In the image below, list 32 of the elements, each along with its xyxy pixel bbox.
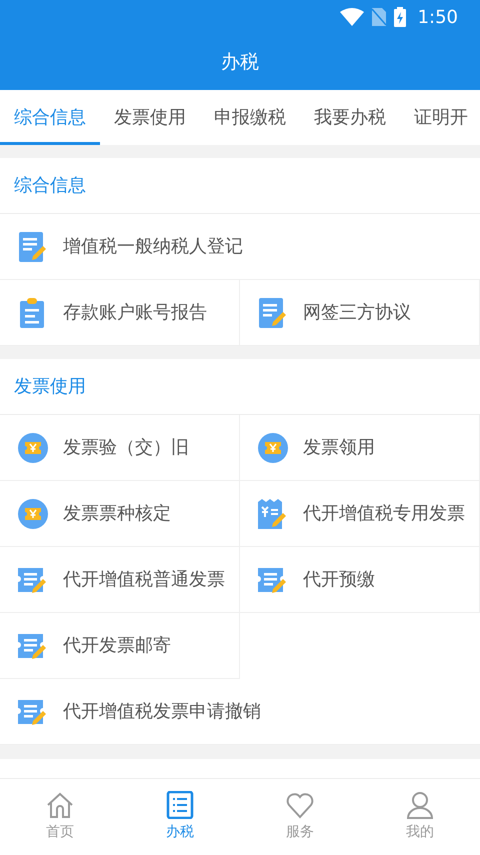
menu-item[interactable]: 网签三方协议 [240,280,480,346]
menu-item[interactable]: 发票验（交）旧 [0,415,240,481]
document-icon [257,296,289,328]
tab[interactable]: 证明开 [400,90,480,145]
menu-item[interactable]: 存款账户账号报告 [0,280,240,346]
section-title: 发票使用 [14,375,86,399]
tab[interactable]: 我要办税 [300,90,400,145]
nav-tab[interactable]: 办税 [120,779,240,855]
page-title: 办税 [221,50,259,75]
ticket-coin-icon [17,432,49,464]
menu-item[interactable]: 发票领用 [240,415,480,481]
menu-item[interactable]: 发票票种核定 [0,481,240,547]
ticket-coin-icon [257,432,289,464]
tab[interactable]: 发票使用 [100,90,200,145]
menu-item[interactable]: 代开增值税普通发票 [0,547,240,613]
tab[interactable]: 申报缴税 [200,90,300,145]
heart-icon [286,791,314,819]
invoice-pencil-icon [257,498,289,530]
status-time: 1:50 [418,6,458,30]
person-icon [406,791,434,819]
battery-icon [394,7,406,27]
document-icon [17,230,49,262]
wifi-icon [340,8,364,26]
home-icon [46,791,74,819]
list-icon [166,791,194,819]
tab[interactable]: 综合信息 [0,90,100,145]
section-title: 综合信息 [14,174,86,198]
no-sim-icon [372,8,386,26]
menu-item[interactable]: 代开增值税专用发票 [240,481,480,547]
menu-item[interactable]: 代开发票邮寄 [0,613,240,679]
ticket-coin-icon [17,498,49,530]
menu-item[interactable]: 代开预缴 [240,547,480,613]
